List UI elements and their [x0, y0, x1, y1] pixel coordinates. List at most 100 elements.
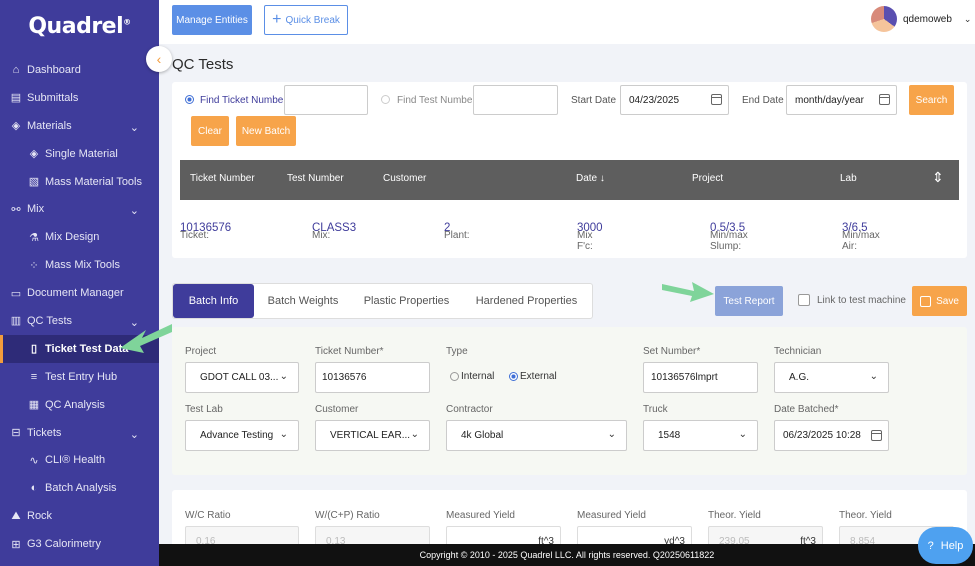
search-card: Find Ticket Number Find Test Number Star…	[172, 82, 967, 258]
sidebar-item-cli-health[interactable]: ∿ CLI® Health	[0, 446, 159, 474]
calorimetry-icon: ⊞	[11, 538, 21, 551]
sidebar-item-qc-analysis[interactable]: ▦ QC Analysis	[0, 391, 159, 419]
contractor-label: Contractor	[446, 404, 493, 415]
tab-plastic-properties[interactable]: Plastic Properties	[352, 284, 461, 318]
collapse-sidebar-button[interactable]: ‹	[146, 46, 172, 72]
cylinder-icon: ▯	[30, 343, 38, 356]
link-machine-checkbox[interactable]	[798, 294, 810, 306]
wcp-ratio-label: W/(C+P) Ratio	[315, 510, 380, 521]
find-ticket-label: Find Ticket Number	[200, 95, 287, 106]
sidebar: Quadrel® ⌂ Dashboard ▤ Submittals ◈ Materials…	[0, 0, 159, 566]
plus-icon: +	[272, 11, 282, 28]
column-header-date[interactable]: Date ↓	[576, 173, 605, 184]
new-batch-button[interactable]: New Batch	[236, 116, 296, 146]
tab-batch-weights[interactable]: Batch Weights	[254, 284, 352, 318]
mix-icon: ⚯	[11, 203, 21, 216]
save-button[interactable]: Save	[912, 286, 967, 316]
link-machine-label: Link to test machine	[817, 295, 906, 306]
test-report-button[interactable]: Test Report	[715, 286, 783, 316]
sidebar-item-mass-material-tools[interactable]: ▧ Mass Material Tools	[0, 168, 159, 196]
sidebar-item-document-manager[interactable]: ▭ Document Manager	[0, 279, 159, 307]
sidebar-item-single-material[interactable]: ◈ Single Material	[0, 140, 159, 168]
clear-button[interactable]: Clear	[191, 116, 229, 146]
find-ticket-radio[interactable]	[185, 95, 194, 104]
set-number-field[interactable]: 10136576lmprt	[643, 362, 758, 393]
batch-info-form: Project GDOT CALL 03... ⌄ Ticket Number* …	[172, 327, 967, 475]
sidebar-item-submittals[interactable]: ▤ Submittals	[0, 84, 159, 112]
save-icon	[920, 295, 932, 307]
help-button[interactable]: ? Help	[918, 527, 973, 564]
set-number-label: Set Number*	[643, 346, 701, 357]
sidebar-item-mix-design[interactable]: ⚗ Mix Design	[0, 223, 159, 251]
sidebar-item-mass-mix-tools[interactable]: ⁘ Mass Mix Tools	[0, 251, 159, 279]
page-title: QC Tests	[172, 56, 234, 73]
column-header-project[interactable]: Project	[692, 173, 723, 184]
date-batched-input[interactable]: 06/23/2025 10:28	[774, 420, 889, 451]
sidebar-item-test-entry-hub[interactable]: ≡ Test Entry Hub	[0, 363, 159, 391]
table-row[interactable]: Ticket: 10136576 Mix: CLASS3 Plant: 2 Mi…	[180, 214, 959, 252]
test-lab-label: Test Lab	[185, 404, 223, 415]
search-button[interactable]: Search	[909, 85, 954, 115]
sidebar-item-mix[interactable]: ⚯ Mix ⌄	[0, 195, 159, 223]
measured-yield-yd-label: Measured Yield	[577, 510, 646, 521]
manage-entities-button[interactable]: Manage Entities	[172, 5, 252, 35]
calendar-icon[interactable]	[711, 94, 722, 105]
sidebar-item-batch-analysis[interactable]: ◐ Batch Analysis	[0, 474, 159, 502]
top-bar: Manage Entities + Quick Break qdemoweb ⌄	[159, 0, 975, 44]
ticket-number-input[interactable]	[284, 85, 368, 115]
contractor-select[interactable]: 4k Global ⌄	[446, 420, 627, 451]
chevron-down-icon: ⌄	[963, 13, 972, 24]
expand-collapse-icon[interactable]: ⇕	[932, 169, 944, 186]
start-date-input[interactable]: 04/23/2025	[620, 85, 729, 115]
quadrel-logo[interactable]: Quadrel®	[0, 0, 159, 52]
sidebar-item-rock[interactable]: ⛰ Rock	[0, 502, 159, 530]
wc-ratio-label: W/C Ratio	[185, 510, 231, 521]
sidebar-item-materials[interactable]: ◈ Materials ⌄	[0, 112, 159, 140]
folder-icon: ▭	[10, 287, 22, 300]
tab-batch-info[interactable]: Batch Info	[173, 284, 254, 318]
pulse-icon: ∿	[29, 454, 39, 467]
column-header-test-number[interactable]: Test Number	[287, 173, 344, 184]
project-label: Project	[185, 346, 217, 357]
test-number-input[interactable]	[473, 85, 558, 115]
date-batched-label: Date Batched*	[774, 404, 839, 415]
column-header-customer[interactable]: Customer	[383, 173, 426, 184]
type-internal-radio[interactable]	[450, 372, 459, 381]
customer-label: Customer	[315, 404, 359, 415]
ticket-number-field[interactable]: 10136576	[315, 362, 430, 393]
chevron-down-icon: ⌄	[607, 429, 616, 440]
truck-select[interactable]: 1548 ⌄	[643, 420, 758, 451]
quick-break-button[interactable]: + Quick Break	[264, 5, 348, 35]
user-menu[interactable]: qdemoweb ⌄	[871, 6, 971, 32]
find-test-radio[interactable]	[381, 95, 390, 104]
sidebar-item-dashboard[interactable]: ⌂ Dashboard	[0, 56, 159, 84]
layers-icon: ◈	[29, 148, 39, 161]
start-date-label: Start Date	[571, 95, 617, 106]
chevron-down-icon[interactable]: ⌄	[130, 204, 139, 217]
ticket-number-label: Ticket Number*	[315, 346, 384, 357]
type-external-radio[interactable]	[509, 372, 518, 381]
layers-icon: ◈	[11, 120, 21, 133]
home-icon: ⌂	[12, 63, 20, 76]
sidebar-item-g3-calorimetry[interactable]: ⊞ G3 Calorimetry	[0, 530, 159, 558]
end-date-input[interactable]: month/day/year	[786, 85, 897, 115]
column-header-ticket-number[interactable]: Ticket Number	[190, 173, 255, 184]
flask-icon: ⚗	[29, 231, 39, 244]
chevron-down-icon: ⌄	[738, 429, 747, 440]
chevron-down-icon[interactable]: ⌄	[130, 121, 139, 134]
calendar-icon[interactable]	[871, 430, 882, 441]
calendar-icon[interactable]	[879, 94, 890, 105]
results-table-header: Ticket Number Test Number Customer Date …	[180, 160, 959, 200]
arrow-pointer-icon	[120, 324, 172, 353]
technician-select[interactable]: A.G. ⌄	[774, 362, 889, 393]
sidebar-item-tickets[interactable]: ⊟ Tickets ⌄	[0, 419, 159, 447]
user-name: qdemoweb	[903, 13, 952, 25]
project-select[interactable]: GDOT CALL 03... ⌄	[185, 362, 299, 393]
list-icon: ≡	[30, 370, 38, 383]
tab-hardened-properties[interactable]: Hardened Properties	[461, 284, 592, 318]
type-label: Type	[446, 346, 468, 357]
customer-select[interactable]: VERTICAL EAR... ⌄	[315, 420, 430, 451]
column-header-lab[interactable]: Lab	[840, 173, 857, 184]
chevron-down-icon[interactable]: ⌄	[130, 428, 139, 441]
test-lab-select[interactable]: Advance Testing ⌄	[185, 420, 299, 451]
